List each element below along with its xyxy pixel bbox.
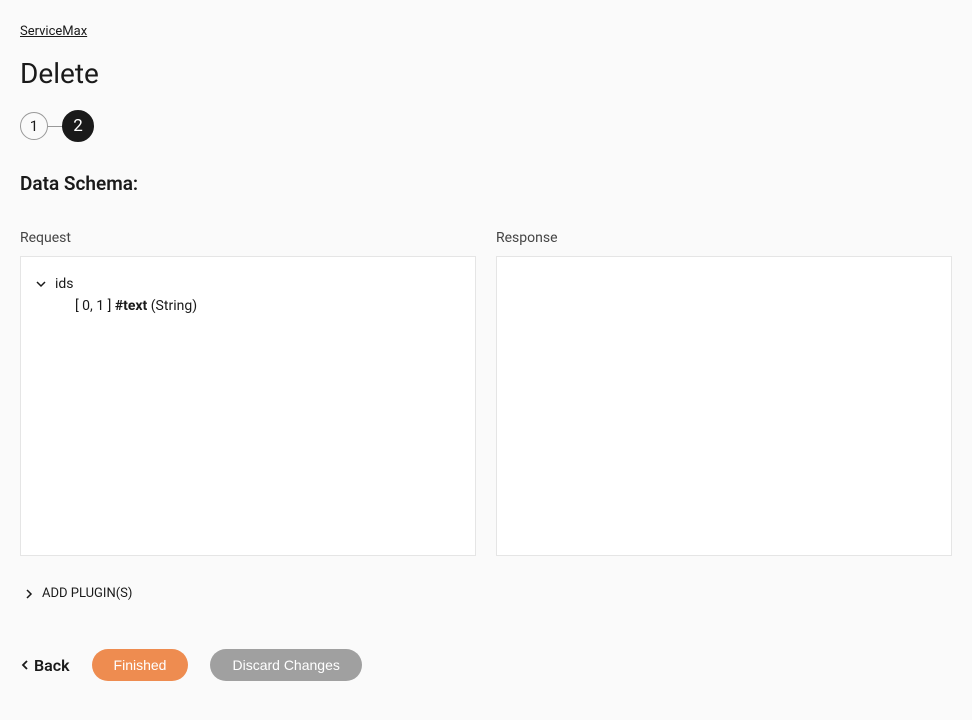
- discard-button[interactable]: Discard Changes: [210, 649, 361, 681]
- chevron-down-icon: [35, 278, 47, 290]
- step-1[interactable]: 1: [20, 112, 48, 140]
- page-title: Delete: [20, 57, 952, 90]
- step-connector: [48, 126, 62, 127]
- section-title: Data Schema:: [20, 172, 952, 195]
- request-label: Request: [20, 230, 476, 246]
- tree-child-range: [ 0, 1 ]: [75, 298, 111, 314]
- schema-container: Request ids [ 0, 1 ] #text (String): [20, 230, 952, 556]
- tree-child-text: [ 0, 1 ] #text (String): [35, 295, 461, 317]
- tree-root-ids[interactable]: ids: [35, 273, 461, 295]
- tree-child-spacer: [55, 300, 67, 312]
- response-label: Response: [496, 230, 952, 246]
- tree-child-type: (String): [151, 298, 197, 314]
- tree-child-name: #text: [115, 298, 147, 314]
- back-button[interactable]: Back: [20, 656, 70, 675]
- response-box: [496, 256, 952, 556]
- back-label: Back: [34, 656, 70, 675]
- add-plugins-toggle[interactable]: ADD PLUGIN(S): [20, 586, 952, 601]
- finished-button[interactable]: Finished: [92, 649, 189, 681]
- stepper: 1 2: [20, 110, 952, 142]
- add-plugins-label: ADD PLUGIN(S): [42, 586, 132, 601]
- request-box: ids [ 0, 1 ] #text (String): [20, 256, 476, 556]
- step-2[interactable]: 2: [62, 110, 94, 142]
- breadcrumb-link[interactable]: ServiceMax: [20, 24, 87, 39]
- request-column: Request ids [ 0, 1 ] #text (String): [20, 230, 476, 556]
- chevron-right-icon: [24, 589, 34, 599]
- tree-root-label: ids: [55, 276, 74, 292]
- chevron-left-icon: [20, 660, 30, 670]
- footer-actions: Back Finished Discard Changes: [20, 649, 952, 681]
- response-column: Response: [496, 230, 952, 556]
